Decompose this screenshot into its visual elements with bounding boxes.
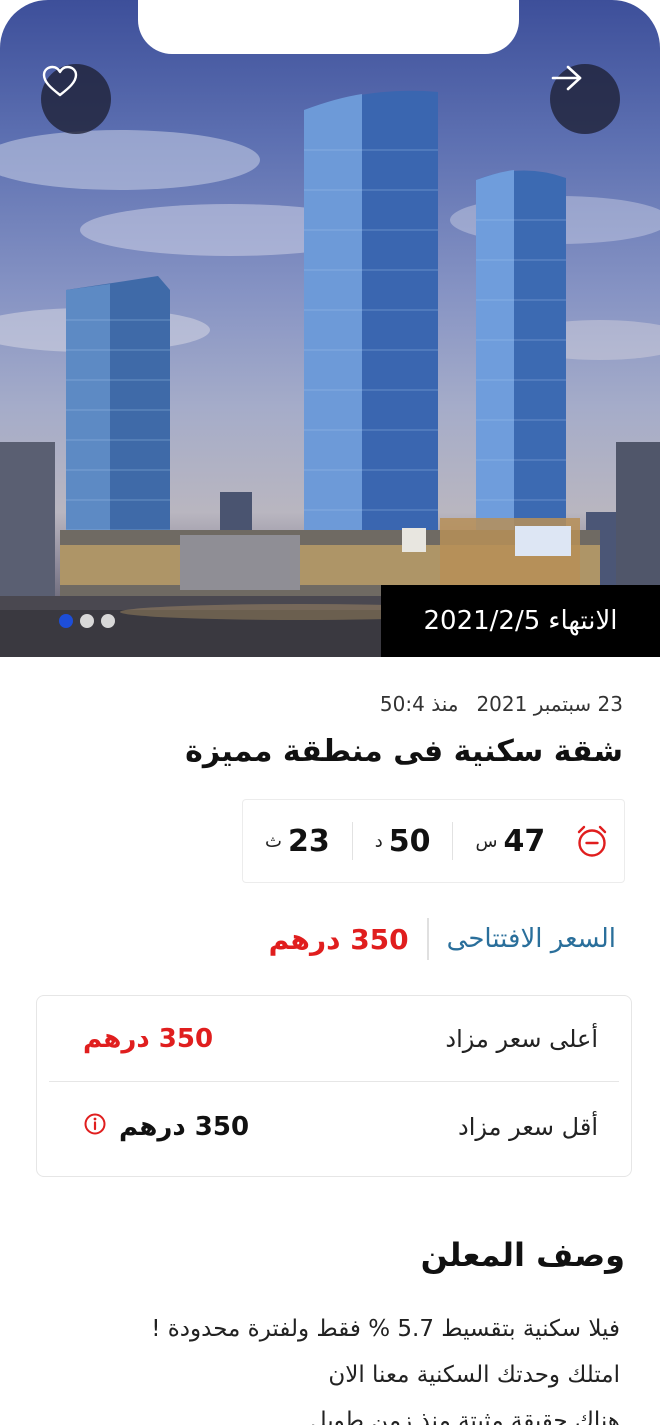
opening-price-value: 350 درهم (268, 922, 409, 956)
listing-date: 23 سبتمبر 2021 (476, 692, 623, 716)
description-text: فيلا سكنية بتقسيط 5.7 % فقط ولفترة محدود… (151, 1306, 620, 1425)
timer-hours-unit: س (475, 830, 498, 852)
listing-title: شقة سكنية فى منطقة مميزة (185, 734, 623, 769)
description-line: امتلك وحدتك السكنية معنا الان (328, 1362, 620, 1388)
favorite-button[interactable] (41, 64, 111, 134)
timer-minutes-value: 50 (388, 823, 431, 859)
description-line: فيلا سكنية بتقسيط 5.7 % فقط ولفترة محدود… (151, 1316, 620, 1342)
highest-bid-row: أعلى سعر مزاد 350 درهم (49, 996, 619, 1082)
countdown-timer: 47 س 50 د 23 ث (242, 799, 625, 883)
screen: الانتهاء 2021/2/5 23 سبتمبر 2021 منذ 50:… (0, 0, 660, 1425)
end-date-value: 2021/2/5 (423, 606, 541, 636)
lowest-bid-row: أقل سعر مزاد 350 درهم (49, 1084, 619, 1170)
end-date-badge: الانتهاء 2021/2/5 (381, 585, 660, 657)
back-button[interactable] (550, 64, 620, 134)
opening-price-label: السعر الافتتاحى (426, 918, 616, 960)
carousel-dot[interactable] (80, 614, 94, 628)
highest-bid-amount: 350 درهم (83, 1023, 214, 1054)
alarm-clock-icon (567, 824, 616, 858)
timer-hours-value: 47 (503, 823, 546, 859)
lowest-bid-amount: 350 درهم (119, 1112, 250, 1142)
highest-bid-value: 350 درهم (83, 1024, 213, 1054)
device-notch (138, 0, 519, 54)
carousel-dot[interactable] (101, 614, 115, 628)
end-date-label: الانتهاء (548, 606, 618, 636)
timer-minutes-unit: د (374, 830, 383, 852)
opening-price: السعر الافتتاحى 350 درهم (269, 918, 616, 960)
timer-hours: 47 س (453, 822, 567, 860)
listing-elapsed: منذ 50:4 (379, 692, 459, 716)
info-icon[interactable] (83, 1112, 107, 1143)
bids-summary: أعلى سعر مزاد 350 درهم أقل سعر مزاد 350 … (36, 995, 632, 1177)
timer-seconds-value: 23 (287, 823, 330, 859)
timer-seconds: 23 ث (243, 822, 353, 860)
property-image-carousel[interactable]: الانتهاء 2021/2/5 (0, 0, 660, 657)
highest-bid-label: أعلى سعر مزاد (445, 1024, 598, 1053)
carousel-dot[interactable] (59, 614, 73, 628)
description-title: وصف المعلن (420, 1236, 625, 1274)
lowest-bid-value: 350 درهم (83, 1112, 249, 1143)
carousel-indicator (59, 614, 115, 628)
listing-meta: 23 سبتمبر 2021 منذ 50:4 (380, 692, 623, 716)
lowest-bid-label: أقل سعر مزاد (458, 1113, 598, 1141)
timer-seconds-unit: ث (265, 830, 282, 852)
description-line: هناك حقيقة مثبتة منذ زمن طويل (309, 1408, 620, 1425)
timer-minutes: 50 د (353, 822, 454, 860)
